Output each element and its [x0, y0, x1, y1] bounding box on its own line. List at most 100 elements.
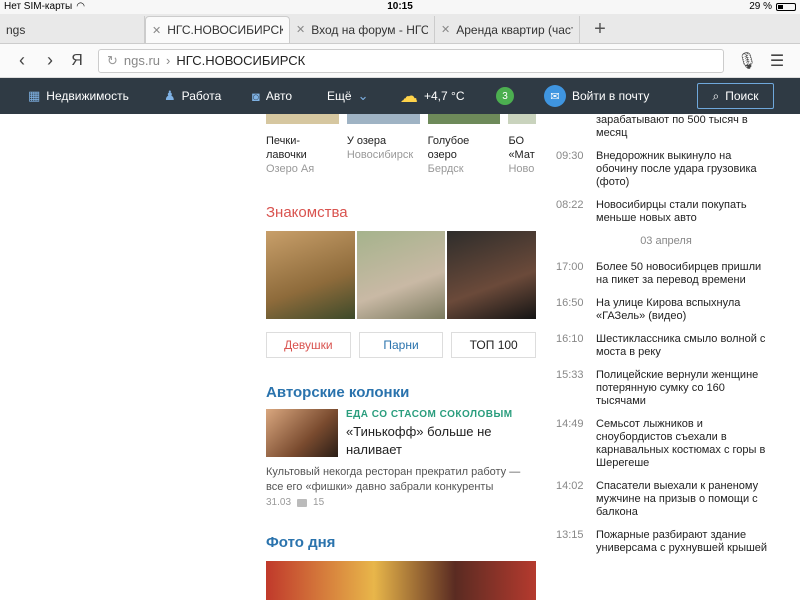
weather-widget[interactable]: ☁ +4,7 °C — [400, 78, 465, 114]
dating-photo[interactable] — [447, 231, 537, 319]
menu-icon[interactable]: ☰ — [762, 51, 792, 71]
page-content: Печки-лавочки Озеро Ая У озера Новосибир… — [0, 114, 800, 600]
news-headline[interactable]: зарабатывают по 500 тысяч в месяц — [596, 114, 776, 140]
news-headline[interactable]: Более 50 новосибирцев пришли на пикет за… — [596, 261, 776, 287]
news-time: 16:10 — [556, 333, 584, 345]
battery-icon — [776, 3, 796, 11]
news-item[interactable]: 08:22 Новосибирцы стали покупать меньше н… — [556, 199, 776, 225]
guys-button[interactable]: Парни — [358, 332, 444, 358]
news-time: 14:49 — [556, 418, 584, 430]
column-excerpt: Культовый некогда ресторан прекратил раб… — [266, 466, 521, 493]
news-item[interactable]: 15:33 Полицейские вернули женщине потерян… — [556, 369, 776, 408]
place-card[interactable]: Голубое озеро Бердск — [427, 114, 501, 178]
url-domain: ngs.ru — [123, 53, 161, 68]
news-time: 13:15 — [556, 529, 584, 541]
news-time: 08:22 — [556, 199, 584, 211]
places-row: Печки-лавочки Озеро Ая У озера Новосибир… — [266, 114, 536, 178]
status-bar: Нет SIM-карты ◠ 10:15 29 % — [0, 0, 800, 14]
mail-login[interactable]: ✉ Войти в почту — [544, 78, 649, 114]
dating-photo[interactable] — [356, 231, 446, 319]
news-headline[interactable]: Семьсот лыжников и сноубордистов съехали… — [596, 418, 776, 470]
dating-photo[interactable] — [266, 231, 355, 319]
news-item[interactable]: зарабатывают по 500 тысяч в месяц — [556, 114, 776, 140]
columns-section-title[interactable]: Авторские колонки — [266, 384, 536, 401]
building-icon: ▦ — [28, 88, 41, 103]
author-photo[interactable] — [266, 409, 338, 457]
dating-section-title[interactable]: Знакомства — [266, 204, 536, 221]
traffic-widget[interactable]: 3 — [496, 78, 514, 114]
news-time — [556, 114, 582, 140]
place-card[interactable]: БО «Мат Ново — [508, 114, 536, 178]
back-button[interactable]: ‹ — [8, 50, 36, 71]
place-card[interactable]: У озера Новосибирск — [346, 114, 420, 178]
site-nav: ▦ Недвижимость ♟ Работа ◙ Авто Ещё ⌄ ☁ +… — [0, 78, 800, 114]
photo-day-title[interactable]: Фото дня — [266, 534, 536, 551]
news-item[interactable]: 16:10 Шестиклассника смыло волной с моста… — [556, 333, 776, 359]
search-button[interactable]: ⌕ Поиск — [697, 83, 774, 109]
microphone-icon[interactable]: 🎙 — [732, 51, 762, 71]
column-headline[interactable]: «Тинькофф» больше не наливает — [346, 423, 536, 459]
close-tab-icon[interactable]: ✕ — [441, 23, 450, 36]
column-date: 31.03 — [266, 497, 292, 508]
column-kicker[interactable]: ЕДА СО СТАСОМ СОКОЛОВЫМ — [346, 409, 536, 420]
weather-cloud-sun-icon: ☁ — [400, 85, 418, 106]
news-headline[interactable]: На улице Кирова вспыхнула «ГАЗель» (виде… — [596, 297, 776, 323]
nav-jobs[interactable]: ♟ Работа — [164, 78, 221, 114]
weather-temp: +4,7 °C — [424, 89, 465, 103]
url-field[interactable]: ↻ ngs.ru › НГС.НОВОСИБИРСК — [98, 48, 724, 73]
photo-of-day[interactable] — [266, 561, 536, 600]
news-item[interactable]: 17:00 Более 50 новосибирцев пришли на пик… — [556, 261, 776, 287]
place-thumbnail — [346, 114, 420, 124]
news-item[interactable]: 16:50 На улице Кирова вспыхнула «ГАЗель» … — [556, 297, 776, 323]
battery-percent: 29 % — [749, 1, 772, 12]
news-date-separator: 03 апреля — [640, 235, 692, 247]
news-item[interactable]: 09:30 Внедорожник выкинуло на обочину пос… — [556, 150, 776, 189]
close-tab-icon[interactable]: ✕ — [152, 24, 161, 37]
left-column: Печки-лавочки Озеро Ая У озера Новосибир… — [266, 114, 537, 600]
news-headline[interactable]: Шестиклассника смыло волной с моста в ре… — [596, 333, 776, 359]
tab-forum-login[interactable]: ✕ Вход на форум - НГС. — [290, 16, 435, 43]
girls-button[interactable]: Девушки — [266, 332, 351, 358]
news-feed: зарабатывают по 500 тысяч в месяц 09:30 Вн… — [556, 114, 776, 565]
news-headline[interactable]: Новосибирцы стали покупать меньше новых … — [596, 199, 776, 225]
tab-bar: ngs ✕ НГС.НОВОСИБИРСК ✕ Вход на форум - … — [0, 14, 800, 44]
forward-button[interactable]: › — [36, 50, 64, 71]
news-time: 14:02 — [556, 480, 584, 492]
news-time: 17:00 — [556, 261, 584, 273]
address-bar: ‹ › Я ↻ ngs.ru › НГС.НОВОСИБИРСК 🎙 ☰ — [0, 44, 800, 78]
search-icon: ⌕ — [712, 88, 720, 103]
tab-ngs[interactable]: ngs — [0, 16, 145, 43]
chevron-down-icon: ⌄ — [357, 88, 369, 103]
close-tab-icon[interactable]: ✕ — [296, 23, 305, 36]
url-page-title: НГС.НОВОСИБИРСК — [176, 53, 306, 68]
news-time: 09:30 — [556, 150, 584, 162]
news-item[interactable]: 14:49 Семьсот лыжников и сноубордистов съ… — [556, 418, 776, 470]
yandex-icon[interactable]: Я — [64, 52, 90, 70]
new-tab-button[interactable]: + — [580, 16, 620, 43]
nav-realty[interactable]: ▦ Недвижимость — [28, 78, 129, 114]
news-headline[interactable]: Полицейские вернули женщине потерянную с… — [596, 369, 776, 408]
news-headline[interactable]: Внедорожник выкинуло на обочину после уд… — [596, 150, 776, 189]
nav-more[interactable]: Ещё ⌄ — [327, 78, 368, 114]
place-card[interactable]: Печки-лавочки Озеро Ая — [266, 114, 339, 178]
news-headline[interactable]: Спасатели выехали к раненому мужчине на … — [596, 480, 776, 519]
place-thumbnail — [266, 114, 339, 124]
tab-apartment-rent[interactable]: ✕ Аренда квартир (часть — [435, 16, 580, 43]
mail-icon: ✉ — [544, 85, 566, 107]
top100-button[interactable]: ТОП 100 — [451, 332, 537, 358]
column-meta: 31.03 15 — [266, 497, 536, 508]
dating-filters: Девушки Парни ТОП 100 — [266, 332, 537, 358]
comment-count[interactable]: 15 — [313, 497, 324, 508]
reload-icon[interactable]: ↻ — [107, 53, 118, 69]
place-thumbnail — [508, 114, 536, 124]
news-item[interactable]: 13:15 Пожарные разбирают здание универсам… — [556, 529, 776, 555]
nav-auto[interactable]: ◙ Авто — [252, 78, 292, 114]
traffic-badge: 3 — [496, 87, 514, 105]
comment-icon — [297, 498, 308, 507]
tab-ngs-novosibirsk[interactable]: ✕ НГС.НОВОСИБИРСК — [145, 16, 290, 43]
column-article[interactable]: ЕДА СО СТАСОМ СОКОЛОВЫМ «Тинькофф» больш… — [266, 409, 536, 459]
person-icon: ♟ — [164, 88, 176, 103]
url-separator: › — [166, 53, 171, 68]
news-headline[interactable]: Пожарные разбирают здание универсама с р… — [596, 529, 776, 555]
news-item[interactable]: 14:02 Спасатели выехали к раненому мужчин… — [556, 480, 776, 519]
